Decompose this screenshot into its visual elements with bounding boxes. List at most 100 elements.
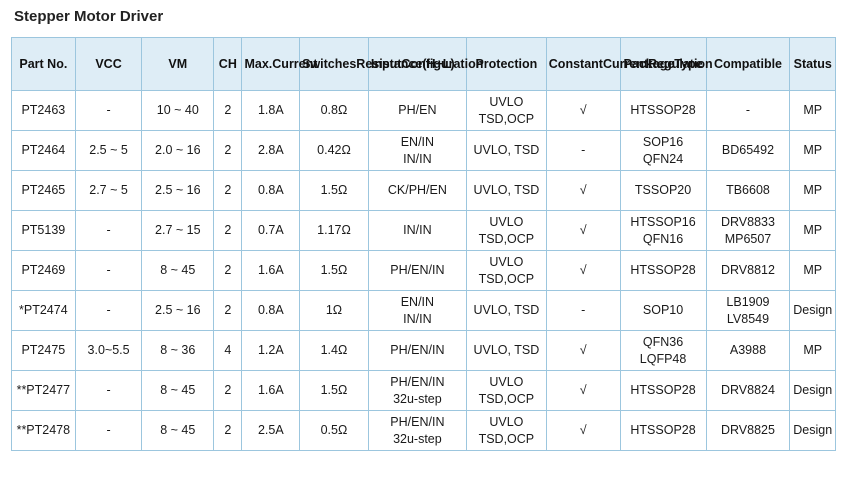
table-cell: 0.8Ω	[299, 90, 369, 131]
cell-line: LV8549	[726, 311, 770, 326]
table-cell: 1.6A	[241, 370, 301, 411]
cell-line: TSSOP20	[634, 183, 692, 197]
table-cell: 1Ω	[299, 290, 369, 331]
cell-line: HTSSOP28	[630, 383, 696, 397]
cell-line: 2	[224, 263, 232, 277]
table-cell: UVLO, TSD	[465, 130, 547, 171]
table-cell: HTSSOP28	[619, 250, 707, 291]
cell-line: MP	[803, 183, 823, 197]
table-cell: 1.2A	[241, 330, 301, 371]
cell-line: UVLO	[489, 374, 524, 389]
table-cell: 1.5Ω	[299, 370, 369, 411]
table-cell: -	[74, 210, 143, 251]
cell-line: 2.5 ~ 16	[155, 183, 201, 197]
cell-line: **PT2478	[16, 423, 71, 437]
table-cell: 2.5 ~ 16	[141, 290, 215, 331]
table-cell: **PT2477	[11, 370, 76, 411]
table-body: PT2463 - 10 ~ 40 2 1.8A 0.8Ω PH/EN UVLO TSD,OCP √…	[11, 90, 836, 451]
table-cell: √	[545, 410, 621, 451]
table-cell: UVLO, TSD	[465, 170, 547, 211]
cell-line: 1Ω	[325, 303, 343, 317]
cell-line: 0.8A	[257, 303, 284, 317]
table-cell: 1.8A	[241, 90, 301, 131]
cell-line: IN/IN	[403, 223, 432, 237]
table-cell: MP	[789, 90, 836, 131]
cell-line: √	[579, 343, 587, 357]
cell-line: 0.8A	[257, 183, 284, 197]
cell-line: -	[581, 143, 586, 157]
cell-line: HTSSOP28	[630, 263, 696, 277]
table-cell: PH/EN/IN	[367, 250, 467, 291]
table-row: **PT2478 - 8 ~ 45 2 2.5A 0.5Ω PH/EN/IN 32u-step…	[11, 410, 836, 451]
table-cell: 1.5Ω	[299, 250, 369, 291]
cell-line: EN/IN	[400, 134, 435, 149]
header-row: Part No. VCC VM CH Max.CurrentSwitchesResist…	[11, 37, 836, 91]
table-cell: UVLO, TSD	[465, 330, 547, 371]
cell-line: 2	[224, 303, 232, 317]
column-header: VM	[141, 37, 215, 91]
table-row: PT5139 - 2.7 ~ 15 2 0.7A 1.17Ω IN/IN UVLO TSD,OC…	[11, 210, 836, 251]
table-cell: UVLO TSD,OCP	[465, 210, 547, 251]
cell-line: DRV8812	[720, 263, 775, 277]
table-row: *PT2474 - 2.5 ~ 16 2 0.8A 1Ω EN/IN IN/IN UVLO, T…	[11, 290, 836, 331]
cell-line: Type	[674, 56, 703, 71]
cell-line: HTSSOP28	[630, 423, 696, 437]
cell-line: PH/EN/IN	[390, 374, 445, 389]
table-cell: 2.5 ~ 16	[141, 170, 215, 211]
cell-line: Package	[623, 56, 675, 71]
cell-line: A3988	[729, 343, 767, 357]
table-cell: -	[545, 130, 621, 171]
cell-line: 0.42Ω	[317, 143, 351, 157]
cell-line: √	[579, 103, 587, 117]
cell-line: UVLO, TSD	[473, 183, 540, 197]
table-cell: 0.7A	[241, 210, 301, 251]
cell-line: PH/EN/IN	[390, 343, 445, 357]
column-header: SwitchesResistance(H+L)	[299, 37, 455, 91]
table-cell: Design	[789, 370, 836, 411]
table-cell: DRV8824	[705, 370, 791, 411]
table-row: PT2463 - 10 ~ 40 2 1.8A 0.8Ω PH/EN UVLO TSD,OCP √…	[11, 90, 836, 131]
column-header: ConstantCurrentRegulation	[545, 37, 713, 91]
cell-line: 2	[224, 103, 232, 117]
table-cell: MP	[789, 210, 836, 251]
cell-line: UVLO	[489, 414, 524, 429]
cell-line: 1.8A	[257, 103, 284, 117]
cell-line: Design	[793, 303, 833, 317]
cell-line: PT2475	[21, 343, 66, 357]
table-cell: UVLO, TSD	[465, 290, 547, 331]
table-cell: √	[545, 330, 621, 371]
table-cell: EN/IN IN/IN	[367, 130, 467, 171]
cell-line: 2.0 ~ 16	[155, 143, 201, 157]
table-cell: PT2463	[11, 90, 76, 131]
table-cell: -	[705, 90, 791, 131]
cell-line: 2.8A	[257, 143, 284, 157]
table-cell: UVLO TSD,OCP	[465, 410, 547, 451]
cell-line: 0.7A	[257, 223, 284, 237]
cell-line: 2	[224, 143, 232, 157]
table-cell: 2.0 ~ 16	[141, 130, 215, 171]
table-cell: TB6608	[705, 170, 791, 211]
table-cell: √	[545, 210, 621, 251]
cell-line: UVLO, TSD	[473, 143, 540, 157]
cell-line: PH/EN/IN	[390, 263, 445, 277]
table-cell: 1.4Ω	[299, 330, 369, 371]
cell-line: TSD,OCP	[478, 231, 535, 246]
column-header: Compatible	[705, 37, 791, 91]
table-cell: HTSSOP28	[619, 90, 707, 131]
table-cell: 2	[213, 210, 243, 251]
cell-line: PT5139	[21, 223, 66, 237]
cell-line: 10 ~ 40	[156, 103, 199, 117]
table-cell: QFN36 LQFP48	[619, 330, 707, 371]
table-cell: -	[545, 290, 621, 331]
table-cell: 1.17Ω	[299, 210, 369, 251]
column-header: Part No.	[11, 37, 76, 91]
cell-line: PT2469	[21, 263, 66, 277]
cell-line: *PT2474	[19, 303, 68, 317]
table-cell: -	[74, 250, 143, 291]
cell-line: -	[106, 303, 111, 317]
cell-line: MP	[803, 103, 823, 117]
cell-line: √	[579, 183, 587, 197]
table-cell: PT2475	[11, 330, 76, 371]
cell-line: TSD,OCP	[478, 271, 535, 286]
table-cell: SOP10	[619, 290, 707, 331]
